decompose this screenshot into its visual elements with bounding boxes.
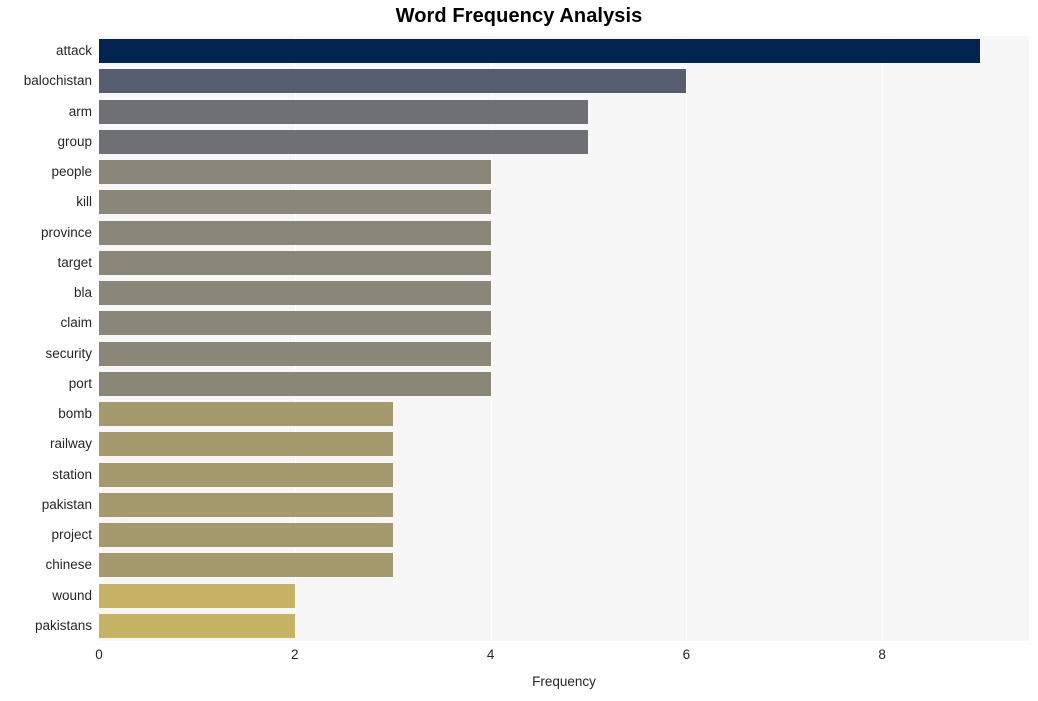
bar-row: [99, 311, 1029, 336]
bar-target[interactable]: [99, 250, 491, 275]
bar-row: [99, 462, 1029, 487]
y-tick-label-railway: railway: [49, 436, 92, 452]
bar-bomb[interactable]: [99, 402, 393, 427]
x-tick-label-8: 8: [878, 647, 886, 662]
bar-port[interactable]: [99, 371, 491, 396]
bar-row: [99, 69, 1029, 94]
bar-station[interactable]: [99, 462, 393, 487]
y-tick-label-province: province: [40, 224, 92, 240]
y-tick-label-port: port: [68, 375, 92, 391]
x-tick-label-2: 2: [291, 647, 299, 662]
y-tick-label-project: project: [51, 527, 92, 543]
y-tick-label-wound: wound: [52, 587, 92, 603]
y-tick-label-station: station: [52, 466, 92, 482]
x-tick-label-6: 6: [682, 647, 691, 662]
bar-row: [99, 281, 1029, 306]
bar-row: [99, 371, 1029, 396]
gridline-x-8: [882, 36, 884, 641]
bar-railway[interactable]: [99, 432, 393, 457]
bar-pakistan[interactable]: [99, 492, 393, 517]
bar-row: [99, 492, 1029, 517]
y-tick-label-group: group: [57, 133, 92, 149]
bar-row: [99, 523, 1029, 548]
bar-balochistan[interactable]: [99, 69, 687, 94]
bar-security[interactable]: [99, 341, 491, 366]
bar-arm[interactable]: [99, 99, 589, 124]
y-tick-label-arm: arm: [68, 103, 92, 119]
chart-title: Word Frequency Analysis: [395, 5, 643, 27]
bar-claim[interactable]: [99, 311, 491, 336]
y-tick-label-pakistans: pakistans: [34, 617, 92, 633]
bar-project[interactable]: [99, 523, 393, 548]
bar-group[interactable]: [99, 129, 589, 154]
bar-row: [99, 99, 1029, 124]
bar-row: [99, 160, 1029, 185]
y-tick-label-balochistan: balochistan: [23, 73, 92, 89]
y-tick-label-claim: claim: [60, 315, 92, 331]
bar-chinese[interactable]: [99, 553, 393, 578]
gridline-x-6: [686, 36, 688, 641]
bar-pakistans[interactable]: [99, 613, 295, 638]
y-tick-label-security: security: [45, 345, 92, 361]
x-tick-label-0: 0: [95, 647, 103, 662]
bar-bla[interactable]: [99, 281, 491, 306]
word-frequency-chart: Word Frequency Analysis attack balochista…: [0, 0, 1038, 701]
y-tick-label-pakistan: pakistan: [41, 496, 92, 512]
y-tick-label-target: target: [57, 254, 92, 270]
x-axis-title: Frequency: [532, 674, 596, 689]
bar-province[interactable]: [99, 220, 491, 245]
x-tick-label-4: 4: [486, 647, 495, 662]
bar-row: [99, 220, 1029, 245]
bar-row: [99, 129, 1029, 154]
gridline-x-4: [490, 36, 492, 641]
gridline-x-2: [294, 36, 296, 641]
plot-area: [99, 36, 1029, 641]
y-tick-label-attack: attack: [55, 43, 92, 59]
bar-row: [99, 250, 1029, 275]
bar-row: [99, 432, 1029, 457]
bar-row: [99, 39, 1029, 64]
y-tick-label-bomb: bomb: [58, 406, 92, 422]
bar-row: [99, 583, 1029, 608]
bar-row: [99, 553, 1029, 578]
bar-row: [99, 613, 1029, 638]
x-axis: 0 2 4 6 8: [0, 648, 1038, 670]
y-tick-label-kill: kill: [76, 194, 92, 210]
y-tick-label-people: people: [51, 164, 92, 180]
bar-row: [99, 341, 1029, 366]
bar-kill[interactable]: [99, 190, 491, 215]
y-tick-label-bla: bla: [73, 285, 92, 301]
bar-row: [99, 402, 1029, 427]
bar-attack[interactable]: [99, 39, 981, 64]
y-tick-label-chinese: chinese: [45, 557, 92, 573]
bar-row: [99, 190, 1029, 215]
bar-wound[interactable]: [99, 583, 295, 608]
y-axis: attack balochistan arm group people kill provi…: [0, 36, 92, 641]
bar-people[interactable]: [99, 160, 491, 185]
